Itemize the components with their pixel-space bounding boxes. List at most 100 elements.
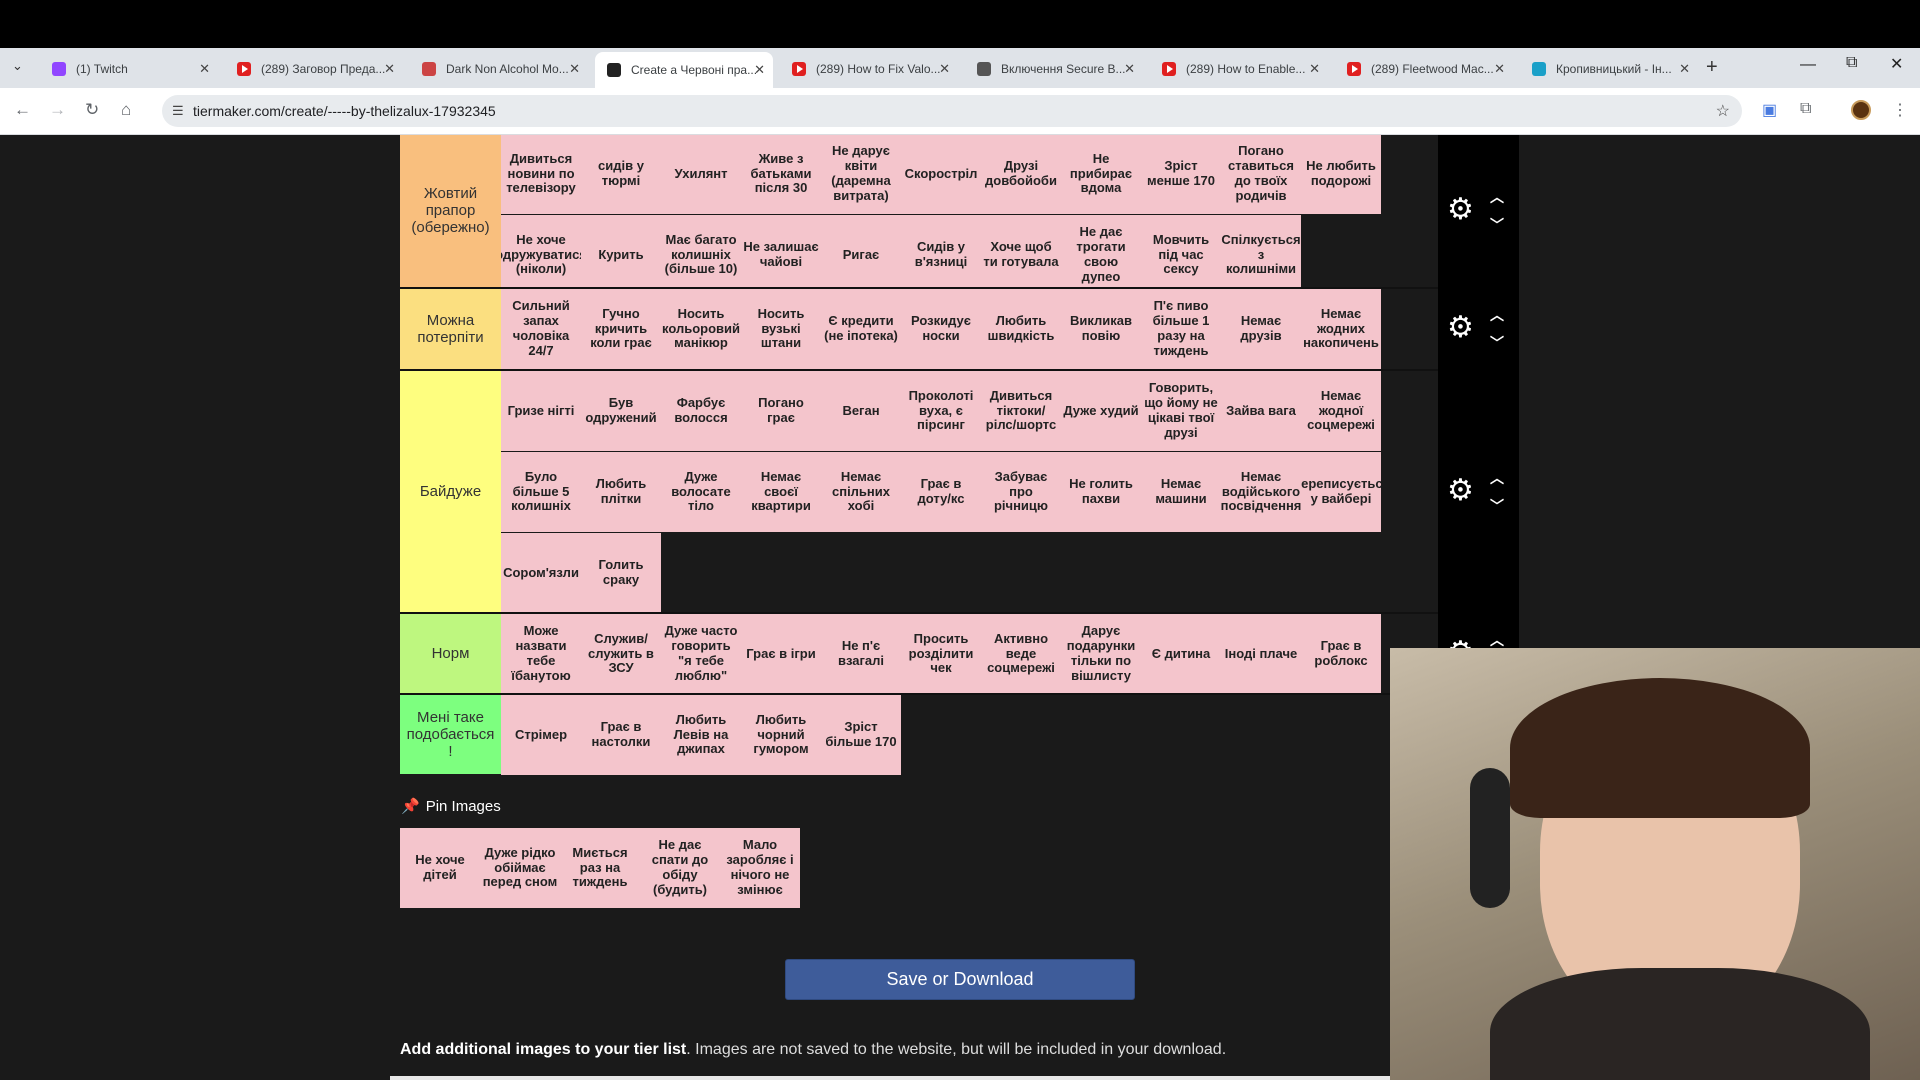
tier-item[interactable]: сидів у тюрмі [581, 135, 661, 214]
tier-item[interactable]: Стрімер [501, 695, 581, 775]
tier-item[interactable]: Погано грає [741, 371, 821, 451]
tier-item[interactable]: Погано ставиться до твоїх родичів [1221, 135, 1301, 214]
tab-close-icon[interactable]: ✕ [754, 52, 765, 88]
browser-tab[interactable]: (289) How to Enable... ✕ [1150, 54, 1328, 84]
tier-item[interactable]: Фарбує волосся [661, 371, 741, 451]
tier-item[interactable]: Може назвати тебе їбанутою [501, 614, 581, 694]
tier-item[interactable]: Немає спільних хобі [821, 452, 901, 532]
tier-item[interactable]: Іноді плаче [1221, 614, 1301, 694]
tier-item[interactable]: Друзі довбойоби [981, 135, 1061, 214]
tier-item[interactable]: Переписується у вайбері [1301, 452, 1381, 532]
tier-item[interactable]: Дивиться тіктоки/ рілс/шортс [981, 371, 1061, 451]
gear-icon[interactable]: ⚙ [1447, 475, 1474, 506]
tier-item[interactable]: Зріст менше 170 [1141, 135, 1221, 214]
tier-item[interactable]: Сидів у в'язниці [901, 215, 981, 295]
chevron-down-icon[interactable]: ﹀ [1490, 336, 1504, 350]
tier-item[interactable]: Сильний запах чоловіка 24/7 [501, 289, 581, 369]
tier-item[interactable]: Не п'є взагалі [821, 614, 901, 694]
tier-item[interactable]: Любить плітки [581, 452, 661, 532]
tier-item[interactable]: Ухилянт [661, 135, 741, 214]
browser-tab[interactable]: Create a Червоні пра... ✕ [595, 52, 773, 88]
tab-close-icon[interactable]: ✕ [939, 54, 950, 84]
extensions-icon[interactable]: ⧉ [1800, 100, 1811, 118]
tier-item[interactable]: Хоче щоб ти готувала [981, 215, 1061, 295]
tier-item[interactable]: Сором'язли [501, 533, 581, 613]
translate-icon[interactable]: ▣ [1762, 100, 1777, 120]
pin-images-label[interactable]: 📌 Pin Images [401, 797, 501, 815]
tier-item[interactable]: Немає друзів [1221, 289, 1301, 369]
tier-item[interactable]: Дарує подарунки тільки по вішлисту [1061, 614, 1141, 694]
tier-item[interactable]: Гучно кричить коли грає [581, 289, 661, 369]
close-window-icon[interactable]: ✕ [1890, 54, 1903, 74]
profile-avatar[interactable] [1851, 100, 1871, 120]
tier-item[interactable]: Не хоче одружуватися (ніколи) [501, 215, 581, 295]
tier-label[interactable]: Можна потерпіти [400, 289, 501, 369]
pin-item[interactable]: Не дає спати до обіду (будить) [640, 828, 720, 908]
pin-item[interactable]: Мало заробляє і нічого не змінює [720, 828, 800, 908]
tab-close-icon[interactable]: ✕ [1124, 54, 1135, 84]
tier-item[interactable]: Є кредити (не іпотека) [821, 289, 901, 369]
tier-item[interactable]: Немає водійського посвідчення [1221, 452, 1301, 532]
tier-label[interactable]: Мені таке подобається ! [400, 695, 501, 774]
tier-item[interactable]: Спілкується з колишніми [1221, 215, 1301, 295]
tier-item[interactable]: Скоростріл [901, 135, 981, 214]
tier-item[interactable]: Грає в доту/кс [901, 452, 981, 532]
back-icon[interactable]: ← [14, 100, 31, 120]
tier-item[interactable]: Грає в роблокс [1301, 614, 1381, 694]
pin-item[interactable]: Дуже рідко обіймає перед сном [480, 828, 560, 908]
tier-item[interactable]: Гризе нігті [501, 371, 581, 451]
tier-item[interactable]: Немає жодної соцмережі [1301, 371, 1381, 451]
tier-item[interactable]: Проколоті вуха, є пірсинг [901, 371, 981, 451]
browser-tab[interactable]: Включення Secure B... ✕ [965, 54, 1143, 84]
tier-item[interactable]: Не дарує квіти (даремна витрата) [821, 135, 901, 214]
tier-item[interactable]: Говорить, що йому не цікаві твої друзі [1141, 371, 1221, 451]
tier-item[interactable]: Немає жодних накопичень [1301, 289, 1381, 369]
tier-item[interactable]: Дуже волосате тіло [661, 452, 741, 532]
browser-tab[interactable]: (289) Заговор Преда... ✕ [225, 54, 403, 84]
chevron-up-icon[interactable]: ︿ [1490, 190, 1504, 204]
tier-label[interactable]: Норм [400, 614, 501, 693]
tier-item[interactable]: Любить Левів на джипах [661, 695, 741, 775]
tier-item[interactable]: Курить [581, 215, 661, 295]
tier-item[interactable]: Не прибирає вдома [1061, 135, 1141, 214]
tier-item[interactable]: Не дає трогати свою дупео [1061, 215, 1141, 295]
tier-item[interactable]: Любить швидкість [981, 289, 1061, 369]
chevron-down-icon[interactable]: ﹀ [1490, 499, 1504, 513]
tab-close-icon[interactable]: ✕ [384, 54, 395, 84]
gear-icon[interactable]: ⚙ [1447, 194, 1474, 225]
tier-item[interactable]: Служив/ служить в ЗСУ [581, 614, 661, 694]
home-icon[interactable]: ⌂ [121, 100, 131, 120]
tier-item[interactable]: Дивиться новини по телевізору [501, 135, 581, 214]
browser-tab[interactable]: (1) Twitch ✕ [40, 54, 218, 84]
tab-close-icon[interactable]: ✕ [1679, 54, 1690, 84]
tier-item[interactable]: Було більше 5 колишніх [501, 452, 581, 532]
tier-item[interactable]: Не любить подорожі [1301, 135, 1381, 214]
tier-item[interactable]: Носить вузькі штани [741, 289, 821, 369]
tier-item[interactable]: Має багато колишніх (більше 10) [661, 215, 741, 295]
tier-item[interactable]: Не залишає чайові [741, 215, 821, 295]
chevron-up-icon[interactable]: ︿ [1490, 471, 1504, 485]
tab-close-icon[interactable]: ✕ [1309, 54, 1320, 84]
forward-icon[interactable]: → [49, 100, 66, 120]
tier-item[interactable]: Веган [821, 371, 901, 451]
browser-tab[interactable]: (289) Fleetwood Mac... ✕ [1335, 54, 1513, 84]
browser-tab[interactable]: Dark Non Alcohol Mo... ✕ [410, 54, 588, 84]
tier-item[interactable]: Немає своєї квартири [741, 452, 821, 532]
tier-item[interactable]: Грає в настолки [581, 695, 661, 775]
tier-item[interactable]: Носить кольоровий манікюр [661, 289, 741, 369]
gear-icon[interactable]: ⚙ [1447, 313, 1474, 343]
tier-item[interactable]: Дуже худий [1061, 371, 1141, 451]
tier-label[interactable]: Жовтий прапор (обережно) [400, 135, 501, 287]
tier-item[interactable]: Любить чорний гумором [741, 695, 821, 775]
tier-item[interactable]: Зріст більше 170 [821, 695, 901, 775]
tier-item[interactable]: Був одружений [581, 371, 661, 451]
tier-item[interactable]: Живе з батьками після 30 [741, 135, 821, 214]
tier-item[interactable]: Активно веде соцмережі [981, 614, 1061, 694]
reload-icon[interactable]: ↻ [85, 100, 99, 120]
tier-item[interactable]: Зайва вага [1221, 371, 1301, 451]
tier-item[interactable]: Просить розділити чек [901, 614, 981, 694]
tier-item[interactable]: Мовчить під час сексу [1141, 215, 1221, 295]
tier-item[interactable]: Є дитина [1141, 614, 1221, 694]
pin-item[interactable]: Не хоче дітей [400, 828, 480, 908]
tier-label[interactable]: Байдуже [400, 371, 501, 612]
